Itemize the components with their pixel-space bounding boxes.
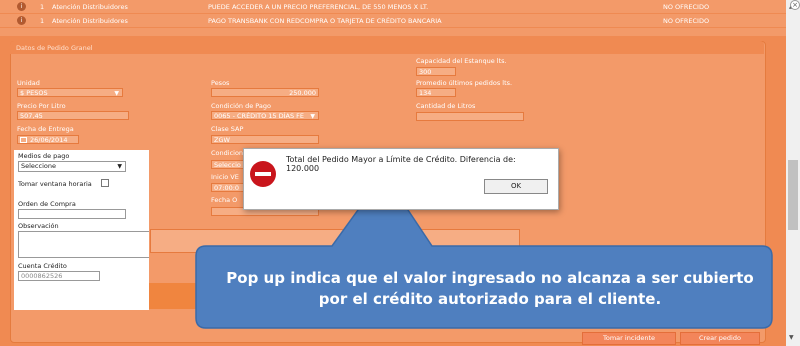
scrollbar-thumb[interactable] (788, 160, 798, 230)
callout-text: Pop up indica que el valor ingresado no … (226, 269, 754, 308)
scroll-down-icon[interactable]: ▼ (789, 334, 794, 341)
error-stop-icon (250, 161, 276, 187)
alert-message: Total del Pedido Mayor a Límite de Crédi… (286, 155, 516, 173)
close-icon[interactable]: × (790, 0, 800, 10)
ok-button[interactable]: OK (484, 179, 548, 194)
